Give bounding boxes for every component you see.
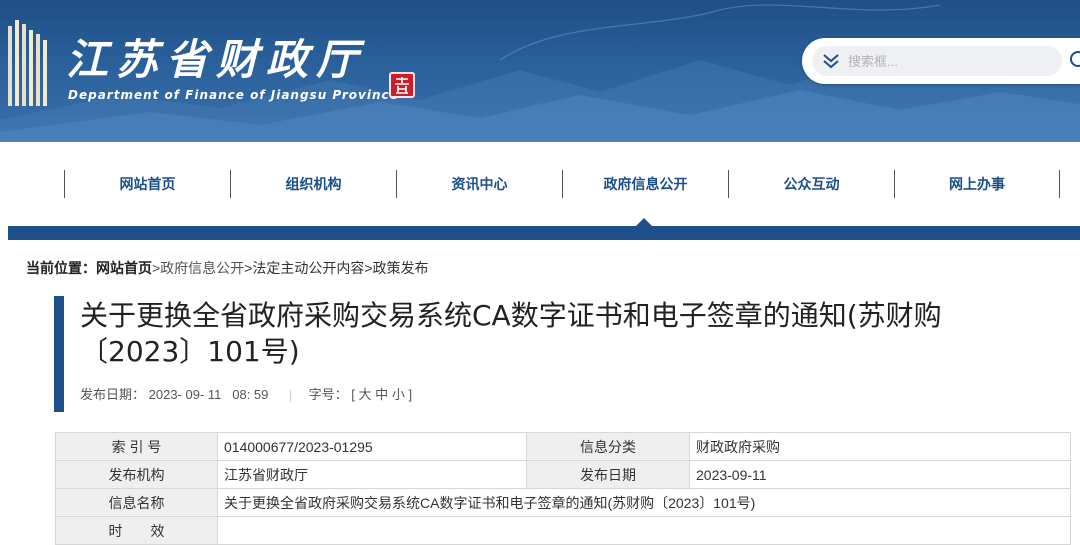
search-area: [802, 38, 1080, 84]
validity-label: 时 效: [55, 516, 218, 545]
nav-item-label: 网上办事: [949, 176, 1005, 192]
nav-item-label: 网站首页: [119, 176, 176, 192]
font-size-small-button[interactable]: 小: [392, 387, 405, 402]
search-input[interactable]: [848, 47, 1048, 75]
validity-value: [217, 516, 1071, 545]
info-category-label: 信息分类: [526, 432, 690, 461]
breadcrumb-home-link[interactable]: 网站首页: [96, 260, 152, 276]
search-icon[interactable]: [1068, 48, 1080, 74]
site-header: 江苏省财政厅 Department of Finance of Jiangsu …: [0, 0, 1080, 142]
font-size-label: 字号：: [308, 387, 348, 402]
meta-separator: [290, 389, 292, 402]
info-name-value: 关于更换全省政府采购交易系统CA数字证书和电子签章的通知(苏财购〔2023〕10…: [217, 488, 1071, 517]
nav-item-online-service[interactable]: 网上办事: [894, 170, 1060, 198]
publish-date-table-value: 2023-09-11: [689, 460, 1071, 489]
search-box: [812, 46, 1062, 76]
breadcrumb-prefix: 当前位置：: [26, 260, 96, 276]
nav-item-home[interactable]: 网站首页: [64, 170, 230, 198]
table-row: 发布机构 江苏省财政厅 发布日期 2023-09-11: [55, 460, 1071, 489]
breadcrumb-gov-info-link[interactable]: >政府信息公开: [152, 260, 244, 276]
index-number-label: 索 引 号: [55, 432, 218, 461]
nav-item-label: 组织机构: [285, 176, 342, 192]
table-row: 信息名称 关于更换全省政府采购交易系统CA数字证书和电子签章的通知(苏财购〔20…: [55, 488, 1071, 517]
nav-item-organization[interactable]: 组织机构: [230, 170, 396, 198]
font-size-large-button[interactable]: 大: [359, 387, 372, 402]
chevron-down-double-icon[interactable]: [818, 46, 844, 76]
nav-items: 网站首页 组织机构 资讯中心 政府信息公开 公众互动 网上办事: [64, 170, 1060, 198]
font-size-medium-button[interactable]: 中: [375, 387, 388, 402]
info-name-label: 信息名称: [55, 488, 218, 517]
publishing-org-label: 发布机构: [55, 460, 218, 489]
article-title: 关于更换全省政府采购交易系统CA数字证书和电子签章的通知(苏财购〔2023〕10…: [80, 299, 942, 368]
nav-item-label: 政府信息公开: [603, 176, 688, 192]
breadcrumb: 当前位置：网站首页>政府信息公开>法定主动公开内容>政策发布: [26, 258, 429, 278]
table-row: 索 引 号 014000677/2023-01295 信息分类 财政政府采购: [55, 432, 1071, 461]
site-title: 江苏省财政厅: [66, 35, 367, 84]
article-header: 关于更换全省政府采购交易系统CA数字证书和电子签章的通知(苏财购〔2023〕10…: [54, 296, 1054, 412]
info-table: 索 引 号 014000677/2023-01295 信息分类 财政政府采购 发…: [55, 432, 1071, 545]
seal-stamp-icon: [389, 72, 415, 98]
nav-item-label: 资讯中心: [451, 176, 508, 192]
publish-date-table-label: 发布日期: [526, 460, 690, 489]
publish-date-label: 发布日期：: [80, 387, 146, 402]
main-nav: 网站首页 组织机构 资讯中心 政府信息公开 公众互动 网上办事: [0, 142, 1080, 226]
article-meta: 发布日期： 2023- 09- 11 08: 59 字号： [ 大 中 小 ]: [80, 384, 412, 403]
breadcrumb-policy-release-link[interactable]: >政策发布: [364, 260, 428, 276]
publishing-org-value: 江苏省财政厅: [217, 460, 527, 489]
seal-glyph: [395, 77, 409, 94]
nav-item-interaction[interactable]: 公众互动: [728, 170, 894, 198]
nav-item-news[interactable]: 资讯中心: [396, 170, 562, 198]
font-size-bracket-close: ]: [408, 387, 413, 402]
index-number-value: 014000677/2023-01295: [217, 432, 527, 461]
nav-item-label: 公众互动: [783, 176, 840, 192]
info-category-value: 财政政府采购: [689, 432, 1071, 461]
font-size-bracket-open: [: [351, 387, 355, 402]
nav-item-gov-info[interactable]: 政府信息公开: [562, 170, 728, 198]
nav-divider-bar: [8, 226, 1080, 240]
site-subtitle: Department of Finance of Jiangsu Provinc…: [68, 88, 399, 102]
table-row: 时 效: [55, 516, 1071, 545]
publish-date-value: 2023- 09- 11 08: 59: [148, 387, 269, 402]
building-logo-icon: [8, 20, 47, 106]
breadcrumb-legal-disclosure-link[interactable]: >法定主动公开内容: [244, 260, 364, 276]
